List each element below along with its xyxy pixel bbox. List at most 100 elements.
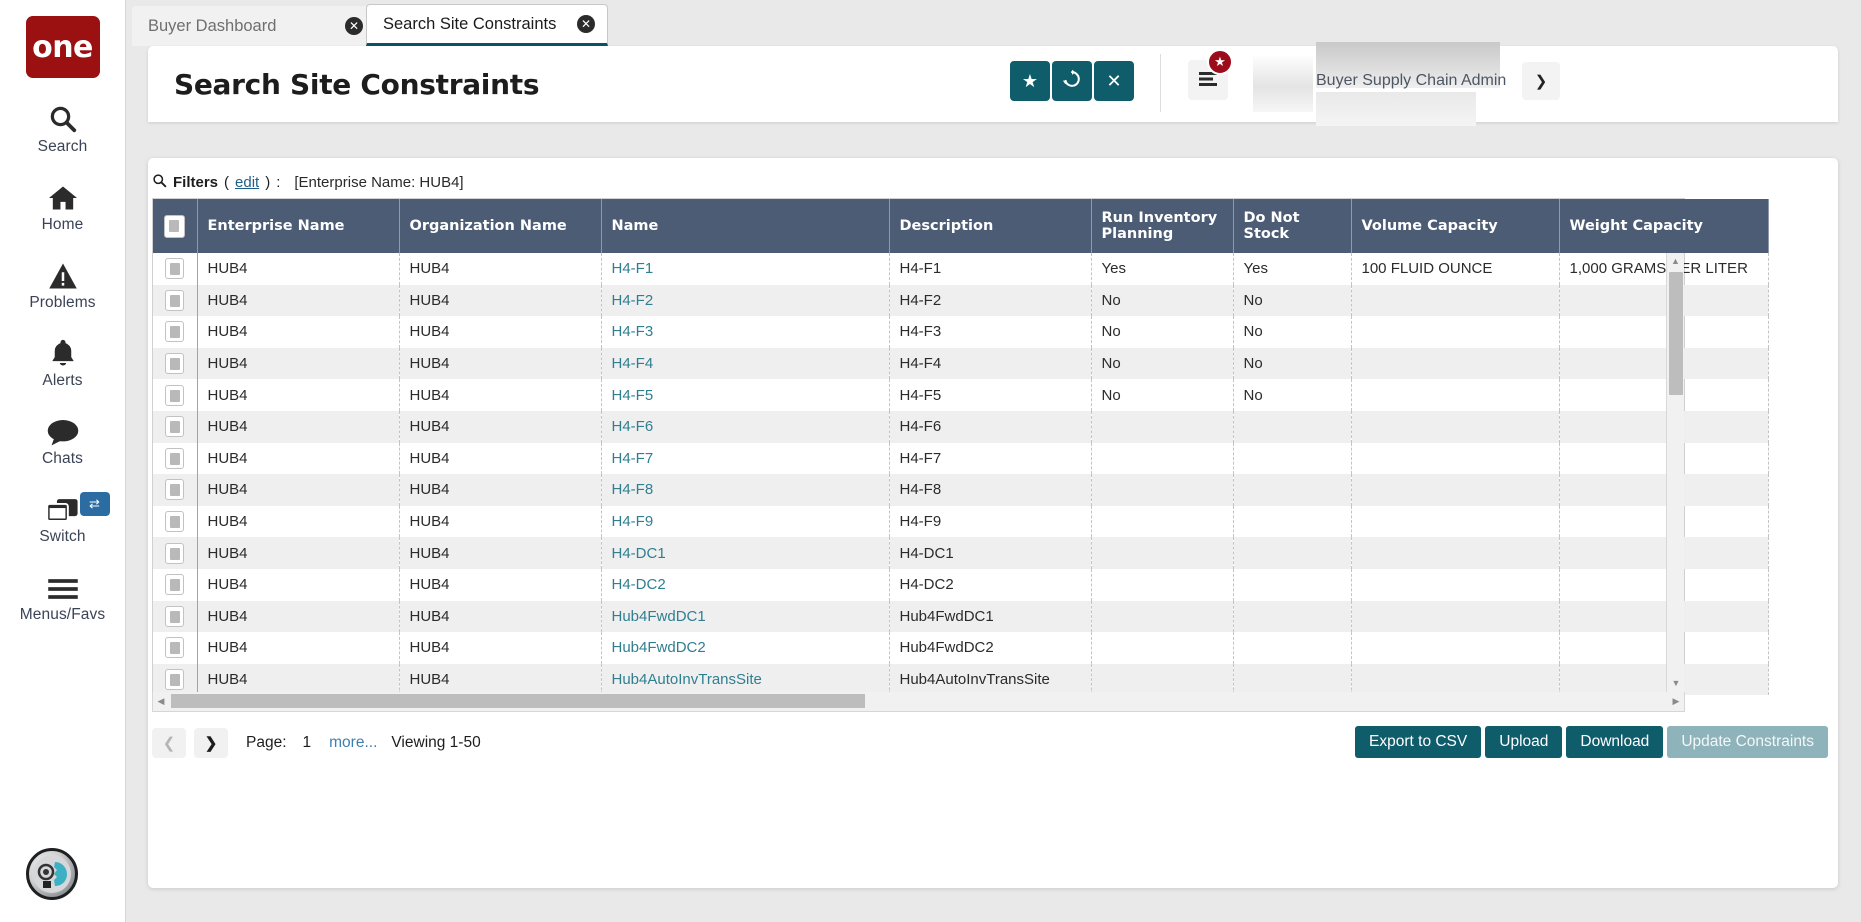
table-row[interactable]: HUB4HUB4H4-F4H4-F4NoNo	[153, 348, 1768, 380]
table-row[interactable]: HUB4HUB4H4-F7H4-F7	[153, 443, 1768, 475]
cell-name[interactable]: H4-F9	[601, 506, 889, 538]
cell-name[interactable]: H4-DC1	[601, 537, 889, 569]
cell-name[interactable]: Hub4FwdDC2	[601, 632, 889, 664]
table-row[interactable]: HUB4HUB4H4-F9H4-F9	[153, 506, 1768, 538]
row-select-cell[interactable]	[153, 569, 197, 601]
cell-name[interactable]: Hub4FwdDC1	[601, 601, 889, 633]
tab-buyer-dashboard[interactable]: Buyer Dashboard ✕	[132, 6, 375, 46]
row-checkbox[interactable]	[165, 416, 184, 437]
download-button[interactable]: Download	[1566, 726, 1663, 758]
row-checkbox[interactable]	[165, 448, 184, 469]
cell-name[interactable]: H4-DC2	[601, 569, 889, 601]
next-page-button[interactable]: ❯	[194, 728, 228, 758]
cell-name[interactable]: H4-F5	[601, 379, 889, 411]
table-row[interactable]: HUB4HUB4H4-F5H4-F5NoNo	[153, 379, 1768, 411]
cell-name[interactable]: H4-F7	[601, 443, 889, 475]
site-name-link[interactable]: H4-F9	[612, 513, 654, 530]
row-checkbox[interactable]	[165, 353, 184, 374]
cell-name[interactable]: H4-F6	[601, 411, 889, 443]
row-checkbox[interactable]	[165, 574, 184, 595]
user-menu-button[interactable]: ❯	[1522, 62, 1560, 100]
table-row[interactable]: HUB4HUB4H4-F3H4-F3NoNo	[153, 316, 1768, 348]
row-checkbox[interactable]	[165, 669, 184, 690]
site-name-link[interactable]: H4-DC2	[612, 576, 666, 593]
previous-page-button[interactable]: ❮	[152, 728, 186, 758]
vertical-scroll-thumb[interactable]	[1669, 272, 1683, 395]
row-checkbox[interactable]	[165, 543, 184, 564]
table-row[interactable]: HUB4HUB4H4-DC2H4-DC2	[153, 569, 1768, 601]
row-checkbox[interactable]	[165, 479, 184, 500]
sidebar-item-alerts[interactable]: Alerts	[0, 334, 126, 390]
column-header-volume-capacity[interactable]: Volume Capacity	[1351, 199, 1559, 253]
tab-search-site-constraints[interactable]: Search Site Constraints ✕	[366, 4, 608, 46]
select-all-header[interactable]	[153, 199, 197, 253]
row-checkbox[interactable]	[165, 511, 184, 532]
row-checkbox[interactable]	[165, 606, 184, 627]
row-select-cell[interactable]	[153, 443, 197, 475]
close-button[interactable]: ✕	[1094, 61, 1134, 101]
row-select-cell[interactable]	[153, 632, 197, 664]
site-name-link[interactable]: Hub4FwdDC1	[612, 608, 706, 625]
table-row[interactable]: HUB4HUB4H4-F6H4-F6	[153, 411, 1768, 443]
cell-name[interactable]: H4-F1	[601, 253, 889, 285]
cell-name[interactable]: H4-F8	[601, 474, 889, 506]
brand-logo[interactable]: one	[26, 16, 100, 78]
row-select-cell[interactable]	[153, 474, 197, 506]
site-name-link[interactable]: Hub4AutoInvTransSite	[612, 671, 762, 688]
close-circle-icon[interactable]: ✕	[345, 17, 363, 35]
column-header-description[interactable]: Description	[889, 199, 1091, 253]
table-row[interactable]: HUB4HUB4H4-F2H4-F2NoNo	[153, 285, 1768, 317]
row-checkbox[interactable]	[165, 321, 184, 342]
refresh-button[interactable]	[1052, 61, 1092, 101]
site-name-link[interactable]: H4-F3	[612, 323, 654, 340]
more-pages-link[interactable]: more...	[329, 734, 377, 752]
sidebar-item-switch[interactable]: ⇄ Switch	[0, 490, 126, 546]
cell-name[interactable]: H4-F2	[601, 285, 889, 317]
row-select-cell[interactable]	[153, 506, 197, 538]
site-name-link[interactable]: H4-F8	[612, 481, 654, 498]
select-all-checkbox[interactable]	[164, 215, 185, 238]
column-header-enterprise-name[interactable]: Enterprise Name	[197, 199, 399, 253]
column-header-name[interactable]: Name	[601, 199, 889, 253]
sidebar-item-chats[interactable]: Chats	[0, 412, 126, 468]
row-select-cell[interactable]	[153, 537, 197, 569]
vertical-scrollbar[interactable]: ▲ ▼	[1666, 253, 1684, 692]
row-select-cell[interactable]	[153, 253, 197, 285]
site-name-link[interactable]: H4-DC1	[612, 545, 666, 562]
scroll-right-arrow-icon[interactable]: ▶	[1668, 692, 1684, 710]
scroll-down-arrow-icon[interactable]: ▼	[1667, 675, 1685, 692]
column-header-run-inventory-planning[interactable]: Run Inventory Planning	[1091, 199, 1233, 253]
column-header-organization-name[interactable]: Organization Name	[399, 199, 601, 253]
row-select-cell[interactable]	[153, 411, 197, 443]
table-row[interactable]: HUB4HUB4H4-F8H4-F8	[153, 474, 1768, 506]
sidebar-item-menus-favs[interactable]: Menus/Favs	[0, 568, 126, 624]
row-checkbox[interactable]	[165, 258, 184, 279]
row-checkbox[interactable]	[165, 637, 184, 658]
row-checkbox[interactable]	[165, 290, 184, 311]
row-select-cell[interactable]	[153, 316, 197, 348]
site-name-link[interactable]: H4-F6	[612, 418, 654, 435]
column-header-do-not-stock[interactable]: Do Not Stock	[1233, 199, 1351, 253]
export-to-csv-button[interactable]: Export to CSV	[1355, 726, 1481, 758]
table-row[interactable]: HUB4HUB4H4-F1H4-F1YesYes100 FLUID OUNCE1…	[153, 253, 1768, 285]
site-name-link[interactable]: Hub4FwdDC2	[612, 639, 706, 656]
row-select-cell[interactable]	[153, 348, 197, 380]
cell-name[interactable]: H4-F3	[601, 316, 889, 348]
site-name-link[interactable]: H4-F2	[612, 292, 654, 309]
cell-name[interactable]: Hub4AutoInvTransSite	[601, 664, 889, 696]
row-checkbox[interactable]	[165, 385, 184, 406]
table-row[interactable]: HUB4HUB4H4-DC1H4-DC1	[153, 537, 1768, 569]
horizontal-scrollbar[interactable]: ◀ ▶	[152, 692, 1685, 712]
sidebar-item-search[interactable]: Search	[0, 100, 126, 156]
site-name-link[interactable]: H4-F4	[612, 355, 654, 372]
row-select-cell[interactable]	[153, 664, 197, 696]
sidebar-item-problems[interactable]: Problems	[0, 256, 126, 312]
table-row[interactable]: HUB4HUB4Hub4FwdDC1Hub4FwdDC1	[153, 601, 1768, 633]
row-select-cell[interactable]	[153, 379, 197, 411]
site-name-link[interactable]: H4-F7	[612, 450, 654, 467]
row-select-cell[interactable]	[153, 285, 197, 317]
sidebar-item-home[interactable]: Home	[0, 178, 126, 234]
upload-button[interactable]: Upload	[1485, 726, 1562, 758]
swap-arrows-icon[interactable]: ⇄	[80, 492, 110, 516]
ai-assistant-avatar-icon[interactable]	[26, 848, 78, 900]
